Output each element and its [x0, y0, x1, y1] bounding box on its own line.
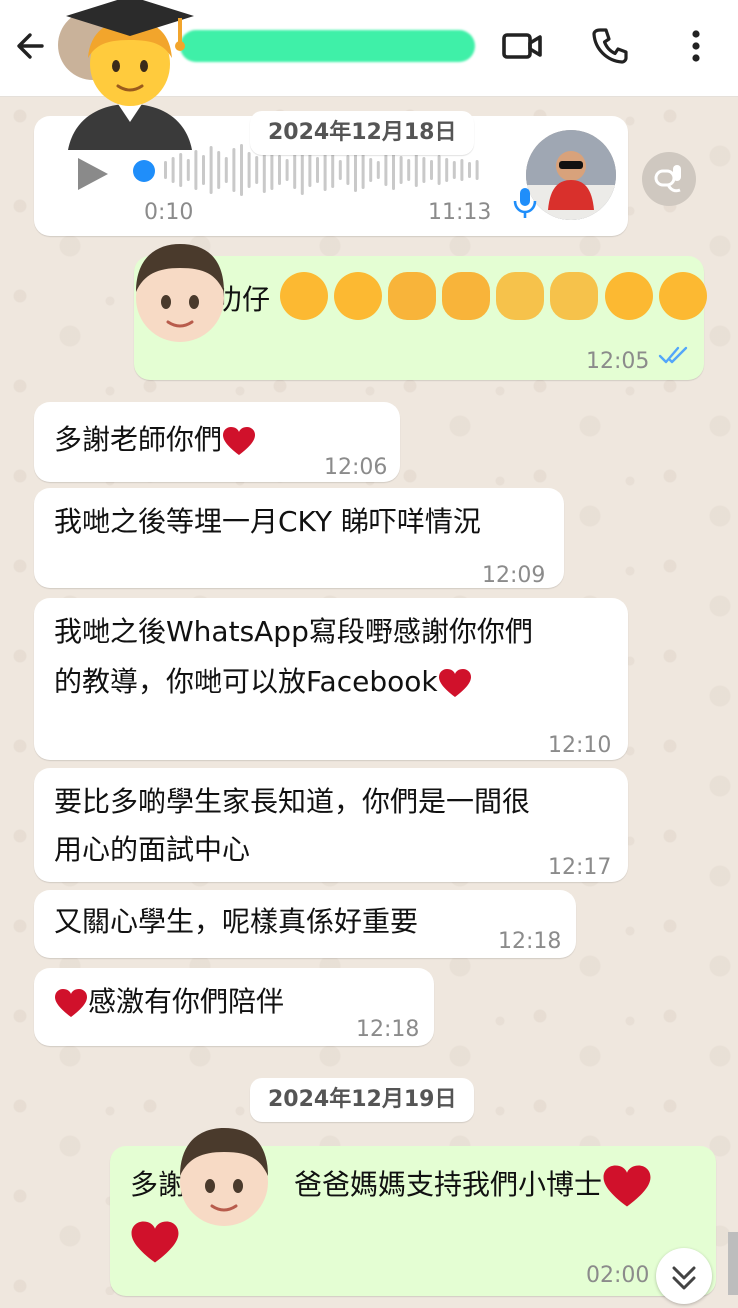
- incoming-message-bubble: 又關心學生，呢樣真係好重要 12:18: [34, 890, 576, 958]
- phone-icon[interactable]: [586, 22, 634, 70]
- play-icon[interactable]: [72, 154, 112, 194]
- message-text-content: 爸爸媽媽支持我們小博士: [294, 1168, 603, 1201]
- message-time: 02:00: [586, 1263, 650, 1288]
- graduate-emoji-sticker: [66, 0, 194, 150]
- back-arrow-icon[interactable]: [12, 26, 52, 66]
- red-heart-emoji: [223, 427, 256, 455]
- transcribe-icon[interactable]: [642, 152, 696, 206]
- more-vert-icon[interactable]: [672, 22, 720, 70]
- clapping-hands-emoji: [496, 272, 545, 320]
- message-text: 感激有你們陪伴: [54, 982, 284, 1022]
- partying-face-emoji: [658, 272, 707, 320]
- thumbs-up-emoji: [388, 272, 437, 320]
- voice-duration: 0:10: [144, 200, 194, 225]
- message-time: 12:05: [586, 349, 650, 374]
- message-text-content: 的教導，你哋可以放Facebook: [54, 665, 438, 698]
- message-text-line-2: 的教導，你哋可以放Facebook: [54, 662, 472, 702]
- message-time: 12:06: [324, 455, 388, 480]
- partying-face-emoji: [604, 272, 653, 320]
- message-text-line-1: 我哋之後WhatsApp寫段嘢感謝你你們: [54, 615, 533, 648]
- red-heart-emoji: [131, 1221, 179, 1263]
- double-chevron-down-icon: [672, 1266, 696, 1290]
- thumbs-up-emoji: [442, 272, 491, 320]
- message-text-line-1: 要比多啲學生家長知道，你們是一間很: [54, 785, 531, 818]
- red-heart-emoji: [438, 669, 471, 697]
- date-chip: 2024年12月19日: [250, 1078, 475, 1122]
- redacted-contact-name[interactable]: [180, 30, 475, 62]
- message-text: 又關心學生，呢樣真係好重要: [54, 905, 419, 938]
- message-text-line-2: 用心的面試中心: [54, 833, 251, 866]
- kissing-face-emoji: [280, 272, 328, 320]
- incoming-message-bubble: 我哋之後等埋一月CKY 睇吓咩情況 12:09: [34, 488, 564, 588]
- scroll-to-bottom-button[interactable]: [656, 1248, 712, 1304]
- boy-emoji-sticker: [180, 1128, 268, 1226]
- message-time: 12:09: [482, 563, 546, 588]
- boy-emoji-sticker: [136, 244, 224, 342]
- clapping-hands-emoji: [550, 272, 599, 320]
- sender-avatar: [526, 130, 616, 220]
- incoming-message-bubble: 感激有你們陪伴 12:18: [34, 968, 434, 1046]
- scrollbar[interactable]: [728, 1232, 738, 1295]
- message-time: 12:10: [548, 733, 612, 758]
- message-text: 多謝老師你們: [54, 420, 256, 460]
- incoming-message-bubble: 我哋之後WhatsApp寫段嘢感謝你你們 的教導，你哋可以放Facebook 1…: [34, 598, 628, 760]
- read-receipt-icon: [658, 346, 688, 364]
- voice-progress-knob[interactable]: [133, 160, 155, 182]
- incoming-message-bubble: 多謝老師你們 12:06: [34, 402, 400, 482]
- date-chip: 2024年12月18日: [250, 111, 475, 155]
- red-heart-emoji: [55, 989, 87, 1017]
- message-text-content: 多謝老師你們: [54, 423, 223, 456]
- emoji-row: [280, 272, 708, 322]
- message-time: 12:18: [356, 1017, 420, 1042]
- message-text-content: 感激有你們陪伴: [88, 985, 285, 1018]
- red-heart-emoji: [603, 1165, 651, 1207]
- message-time: 12:17: [548, 855, 612, 880]
- kissing-face-emoji: [334, 272, 383, 320]
- message-time: 11:13: [428, 200, 492, 225]
- message-time: 12:18: [498, 929, 562, 954]
- mic-icon: [513, 188, 537, 218]
- incoming-message-bubble: 要比多啲學生家長知道，你們是一間很 用心的面試中心 12:17: [34, 768, 628, 882]
- video-call-icon[interactable]: [498, 22, 546, 70]
- message-text: 我哋之後等埋一月CKY 睇吓咩情況: [54, 505, 481, 538]
